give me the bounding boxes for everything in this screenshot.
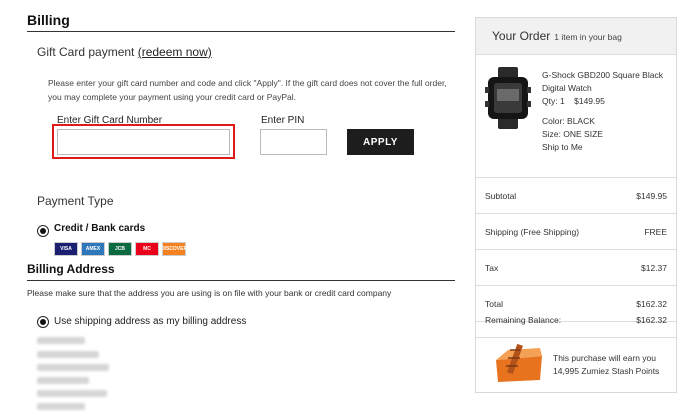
gift-card-title: Gift Card payment (redeem now): [37, 45, 212, 59]
mastercard-card-icon: MC: [135, 242, 159, 256]
use-shipping-address-radio[interactable]: [37, 316, 49, 328]
stash-line1: This purchase will earn you: [553, 353, 656, 363]
stash-line2: 14,995 Zumiez Stash Points: [553, 366, 660, 376]
order-summary: Your Order 1 item in your bag G-Shock GB…: [475, 17, 677, 393]
order-product: G-Shock GBD200 Square Black Digital Watc…: [476, 55, 676, 178]
shipping-value: FREE: [644, 226, 667, 237]
subtotal-row: Subtotal $149.95: [476, 178, 676, 214]
stash-box-icon: [496, 344, 542, 382]
subtotal-label: Subtotal: [485, 190, 517, 201]
product-size: Size: ONE SIZE: [542, 129, 603, 139]
apply-button[interactable]: APPLY: [347, 129, 414, 155]
redacted-address-line: [37, 364, 109, 371]
product-name-line1[interactable]: G-Shock GBD200 Square Black: [542, 69, 670, 82]
shipping-label: Shipping (Free Shipping): [485, 226, 580, 237]
redacted-address-line: [37, 337, 85, 344]
product-qty-price: Qty: 1 $149.95: [542, 96, 605, 106]
product-shipping: Ship to Me: [542, 142, 583, 152]
product-name-line2[interactable]: Digital Watch: [542, 82, 670, 95]
divider: [27, 280, 455, 281]
tax-label: Tax: [485, 262, 499, 273]
remaining-balance-label: Remaining Balance:: [485, 314, 562, 325]
amex-card-icon: AMEX: [81, 242, 105, 256]
subtotal-value: $149.95: [636, 190, 667, 201]
product-color: Color: BLACK: [542, 116, 595, 126]
gift-card-title-text: Gift Card payment: [37, 45, 135, 59]
remaining-balance-row: Remaining Balance: $162.32: [476, 302, 676, 338]
jcb-card-icon: JCB: [108, 242, 132, 256]
tax-row: Tax $12.37: [476, 250, 676, 286]
remaining-balance-value: $162.32: [636, 314, 667, 325]
order-item-count: 1 item in your bag: [554, 32, 622, 42]
visa-card-icon: VISA: [54, 242, 78, 256]
product-info: G-Shock GBD200 Square Black Digital Watc…: [542, 69, 670, 154]
stash-points: This purchase will earn you 14,995 Zumie…: [476, 338, 676, 390]
gift-card-number-input[interactable]: [57, 129, 230, 155]
redacted-address-line: [37, 351, 99, 358]
redacted-address-line: [37, 377, 89, 384]
order-title: Your Order: [492, 29, 551, 43]
card-logos: VISA AMEX JCB MC DISCOVER: [54, 242, 187, 256]
pin-label: Enter PIN: [261, 115, 305, 126]
redacted-address-line: [37, 403, 85, 410]
payment-type-heading: Payment Type: [37, 194, 114, 208]
divider: [27, 31, 455, 32]
shipping-row: Shipping (Free Shipping) FREE: [476, 214, 676, 250]
billing-address-heading: Billing Address: [27, 262, 115, 276]
credit-card-radio[interactable]: [37, 225, 49, 237]
watch-product-image: [485, 67, 531, 129]
use-shipping-address-label: Use shipping address as my billing addre…: [54, 316, 247, 327]
billing-address-note: Please make sure that the address you ar…: [27, 288, 392, 298]
redacted-address-line: [37, 390, 107, 397]
discover-card-icon: DISCOVER: [161, 242, 187, 256]
order-header: Your Order 1 item in your bag: [476, 18, 676, 55]
gift-card-description: Please enter your gift card number and c…: [48, 78, 447, 102]
billing-heading: Billing: [27, 12, 70, 28]
pin-input[interactable]: [260, 129, 327, 155]
stash-text: This purchase will earn you 14,995 Zumie…: [553, 352, 673, 378]
tax-value: $12.37: [641, 262, 667, 273]
credit-card-label: Credit / Bank cards: [54, 223, 146, 234]
redeem-now-link[interactable]: (redeem now): [138, 45, 212, 59]
